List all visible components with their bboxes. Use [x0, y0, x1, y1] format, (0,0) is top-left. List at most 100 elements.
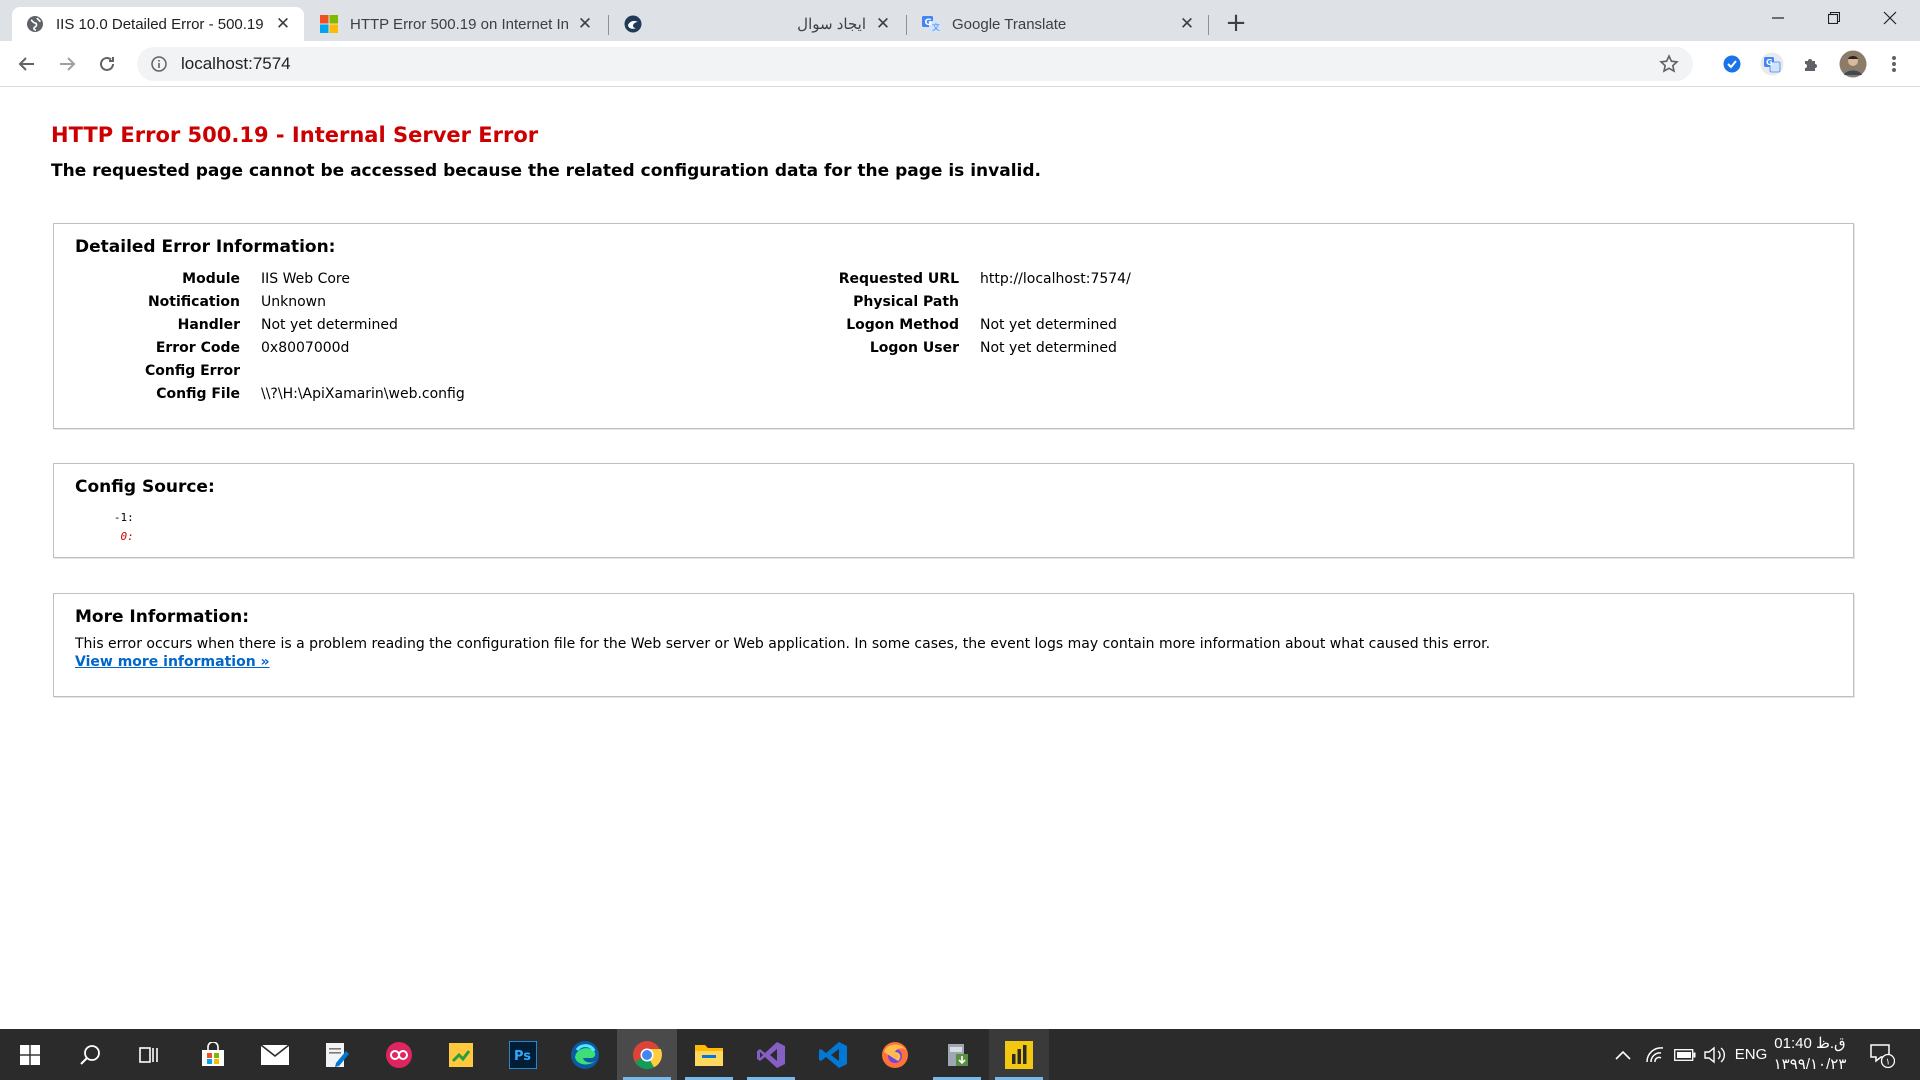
tab-iis-error[interactable]: IIS 10.0 Detailed Error - 500.19 - Inter… [12, 7, 304, 41]
mail-icon[interactable] [245, 1029, 305, 1080]
notification-count: ۱ [1886, 1057, 1891, 1067]
extension-translate-icon[interactable]: G [1757, 49, 1787, 79]
tab-title: HTTP Error 500.19 on Internet Informatio… [350, 15, 568, 33]
reload-button[interactable] [91, 48, 123, 80]
detail-row-logon-user: Logon User Not yet determined [769, 336, 1117, 359]
detail-value: Unknown [261, 293, 326, 310]
action-center-button[interactable]: ۱ [1862, 1029, 1902, 1080]
photoshop-label: Ps [514, 1049, 531, 1064]
panel-heading: Config Source: [75, 477, 215, 497]
close-icon[interactable]: ✕ [272, 13, 294, 35]
close-icon[interactable]: ✕ [872, 13, 894, 35]
detailed-error-panel: Detailed Error Information: Module IIS W… [53, 223, 1854, 429]
app-yellow-icon[interactable] [431, 1029, 491, 1080]
microsoft-icon [320, 15, 338, 33]
tab-strip: IIS 10.0 Detailed Error - 500.19 - Inter… [0, 0, 1920, 41]
browser-toolbar: G [0, 41, 1920, 87]
clock-date: ۱۳۹۹/۱۰/۲۳ [1773, 1056, 1847, 1073]
detail-value: Not yet determined [980, 339, 1117, 356]
site-logo-icon [624, 15, 642, 33]
panel-heading: More Information: [75, 607, 250, 627]
photoshop-icon[interactable]: Ps [493, 1029, 553, 1080]
svg-text:G: G [1766, 58, 1773, 67]
tab-separator [906, 15, 907, 35]
more-info-panel: More Information: This error occurs when… [53, 593, 1854, 697]
code-line-error: 0: [94, 530, 141, 543]
tab-http-error-article[interactable]: HTTP Error 500.19 on Internet Informatio… [306, 7, 606, 41]
chevron-up-icon[interactable] [1608, 1029, 1638, 1080]
svg-text:文: 文 [932, 22, 940, 32]
minimize-button[interactable] [1750, 0, 1806, 36]
detail-value: Not yet determined [261, 316, 398, 333]
file-explorer-icon[interactable] [679, 1029, 739, 1080]
firefox-icon[interactable] [865, 1029, 925, 1080]
windows-start-icon[interactable] [0, 1029, 60, 1080]
close-icon[interactable]: ✕ [574, 13, 596, 35]
extensions-puzzle-icon[interactable] [1797, 49, 1827, 79]
close-icon[interactable]: ✕ [1176, 13, 1198, 35]
config-source-panel: Config Source: -1: 0: [53, 463, 1854, 558]
clock-time: 01:40 ق.ظ [1774, 1035, 1846, 1052]
app-red-icon[interactable] [369, 1029, 429, 1080]
volume-icon[interactable] [1700, 1029, 1730, 1080]
tab-title: IIS 10.0 Detailed Error - 500.19 - Inter… [56, 15, 266, 33]
restore-button[interactable] [1806, 0, 1862, 36]
power-bi-icon[interactable] [989, 1029, 1049, 1080]
detail-row-handler: Handler Not yet determined [81, 313, 398, 336]
battery-icon[interactable] [1670, 1029, 1700, 1080]
restore-icon [1828, 12, 1840, 24]
detail-label: Requested URL [838, 270, 959, 287]
page-content: HTTP Error 500.19 - Internal Server Erro… [0, 87, 1920, 1029]
minimize-icon [1772, 17, 1784, 19]
detail-row-physical-path: Physical Path [769, 290, 980, 313]
view-more-info-link[interactable]: View more information » [75, 654, 270, 670]
task-view-icon[interactable] [120, 1029, 180, 1080]
detail-label: Notification [147, 293, 240, 310]
language-indicator[interactable]: ENG [1732, 1029, 1770, 1080]
tab-create-question[interactable]: ایجاد سوال ✕ [610, 7, 904, 41]
back-button[interactable] [11, 48, 43, 80]
more-info-text: This error occurs when there is a proble… [75, 636, 1491, 652]
address-bar[interactable] [137, 47, 1693, 81]
detail-label: Handler [177, 316, 240, 333]
detail-label: Module [182, 270, 240, 287]
browser-menu-button[interactable] [1879, 49, 1909, 79]
detail-label: Logon Method [846, 316, 959, 333]
detail-label: Physical Path [853, 293, 959, 310]
tab-google-translate[interactable]: G文 Google Translate ✕ [908, 7, 1208, 41]
vscode-icon[interactable] [803, 1029, 863, 1080]
profile-avatar[interactable] [1838, 49, 1868, 79]
detail-row-config-file: Config File \\?\H:\ApiXamarin\web.config [81, 382, 465, 405]
config-source-code: -1: 0: [94, 508, 140, 546]
detail-row-error-code: Error Code 0x8007000d [81, 336, 350, 359]
app-installer-icon[interactable] [927, 1029, 987, 1080]
detail-value: Not yet determined [980, 316, 1117, 333]
detail-label: Error Code [155, 339, 240, 356]
tab-separator [1208, 15, 1209, 35]
microsoft-store-icon[interactable] [183, 1029, 243, 1080]
url-input[interactable] [179, 53, 1483, 75]
forward-button[interactable] [51, 48, 83, 80]
svg-text:G: G [925, 18, 932, 28]
edge-icon[interactable] [555, 1029, 615, 1080]
detail-label: Config Error [144, 362, 240, 379]
windows-taskbar: Ps ENG 01:40 ق.ظ ۱۳۹۹/۱۰/۲۳ ۱ [0, 1029, 1920, 1080]
close-icon [1883, 11, 1897, 25]
bookmark-star-icon[interactable] [1659, 54, 1679, 74]
search-icon[interactable] [60, 1029, 120, 1080]
wifi-icon[interactable] [1640, 1029, 1670, 1080]
detail-value: http://localhost:7574/ [980, 270, 1131, 287]
arrow-left-icon [18, 57, 34, 71]
detail-row-logon-method: Logon Method Not yet determined [769, 313, 1117, 336]
chrome-icon[interactable] [617, 1029, 677, 1080]
close-window-button[interactable] [1862, 0, 1918, 36]
notepad-icon[interactable] [307, 1029, 367, 1080]
detail-value: IIS Web Core [261, 270, 350, 287]
new-tab-button[interactable]: + [1222, 8, 1250, 38]
visual-studio-icon[interactable] [741, 1029, 801, 1080]
extension-check-icon[interactable] [1717, 49, 1747, 79]
clock[interactable]: 01:40 ق.ظ ۱۳۹۹/۱۰/۲۳ [1770, 1033, 1850, 1075]
info-icon[interactable] [149, 54, 169, 74]
detail-row-config-error: Config Error [81, 359, 261, 382]
more-vert-icon [1892, 56, 1896, 72]
